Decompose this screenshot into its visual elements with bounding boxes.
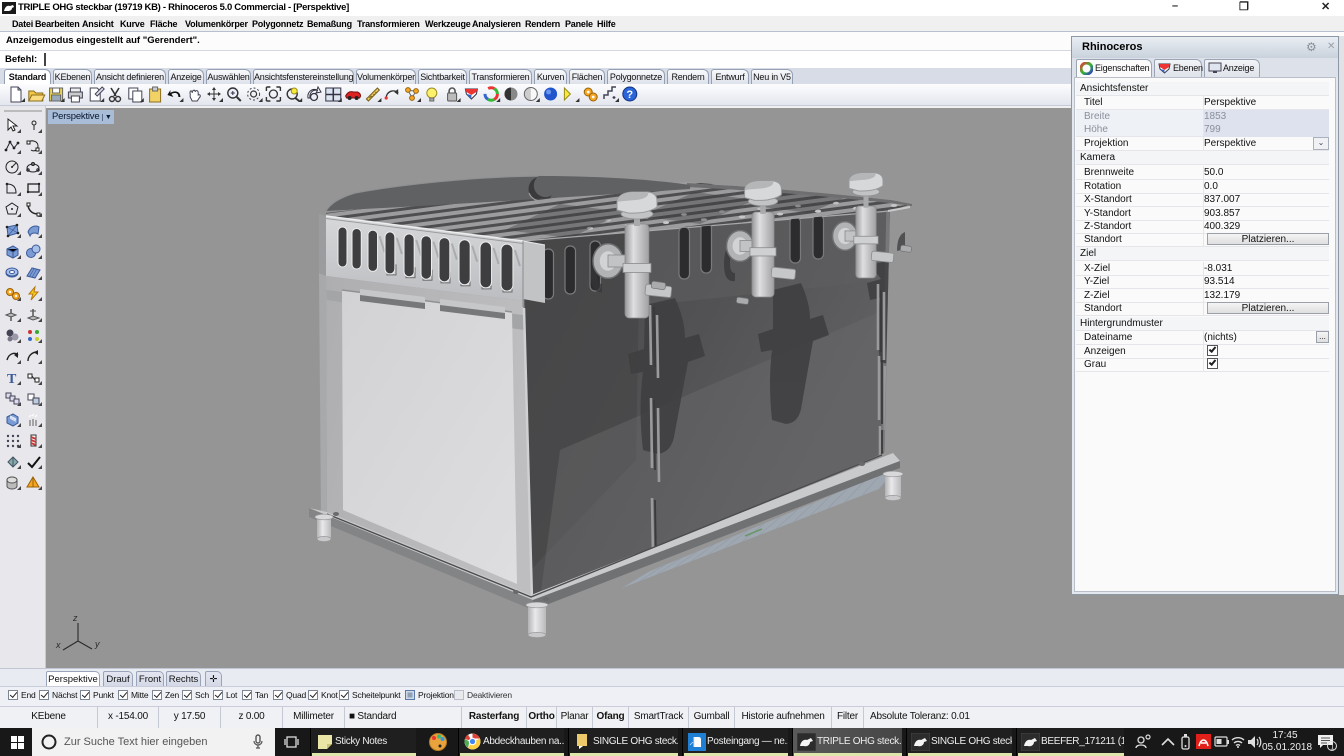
svg-text:T: T	[7, 372, 17, 387]
svg-text:z: z	[72, 613, 78, 623]
svg-text:y: y	[94, 639, 100, 649]
svg-text:?: ?	[626, 89, 633, 101]
svg-text:1: 1	[1330, 743, 1335, 752]
svg-text:x: x	[55, 640, 61, 650]
